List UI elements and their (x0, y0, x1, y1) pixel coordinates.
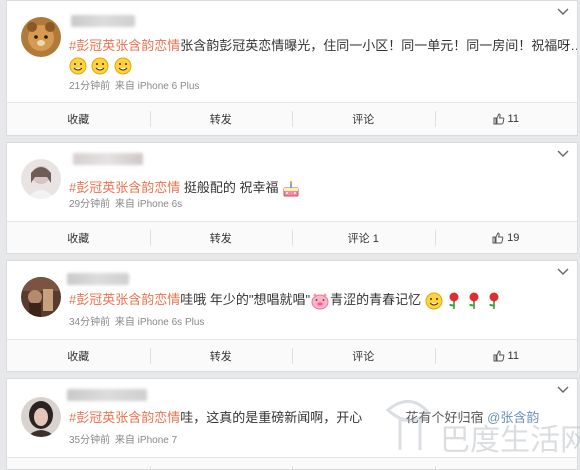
repost-button[interactable]: 转发 (149, 340, 293, 371)
post-content: #彭冠英张含韵恋情张含韵彭冠英恋情曝光，住同一小区！同一单元！同一房间！祝福呀…… (69, 37, 577, 55)
post-source: 来自 iPhone 6s Plus (114, 317, 205, 328)
post-meta: 21分钟前 来自 iPhone 6 Plus (69, 81, 199, 93)
username-blurred[interactable] (71, 15, 135, 27)
smile-emoji-icon (69, 57, 87, 75)
chevron-down-icon[interactable] (557, 149, 569, 159)
collect-button[interactable]: 收藏 (7, 340, 150, 371)
smile-emoji-icon (91, 57, 109, 75)
smile-emoji-icon (114, 57, 132, 75)
rose-emoji-icon (488, 292, 499, 309)
post-meta: 35分钟前 来自 iPhone 7 (69, 435, 177, 447)
post-time[interactable]: 21分钟前 (69, 81, 110, 92)
chevron-down-icon[interactable] (557, 267, 569, 277)
action-bar: 收藏 转发 评论 11 (7, 339, 578, 371)
emoji-row (69, 57, 132, 75)
post-text-tail: 花有个好归宿 (405, 410, 484, 425)
post-source: 来自 iPhone 6 Plus (114, 81, 200, 92)
like-button[interactable]: 11 (434, 340, 578, 371)
post-card: #彭冠英张含韵恋情 挺般配的 祝幸福 29分钟前 来自 iPhone 6s 收藏… (6, 142, 578, 254)
smile-emoji-icon (425, 292, 443, 310)
like-button[interactable]: 11 (434, 103, 578, 135)
post-content: #彭冠英张含韵恋情哇哦 年少的"想唱就唱" 青涩的青春记忆 (69, 291, 567, 310)
collect-button[interactable]: 收藏 (7, 222, 150, 253)
post-time[interactable]: 29分钟前 (69, 199, 110, 210)
username-blurred[interactable] (73, 153, 143, 165)
post-source: 来自 iPhone 6s (114, 199, 183, 210)
chevron-down-icon[interactable] (557, 7, 569, 17)
collect-button[interactable] (7, 458, 150, 469)
comment-label: 评论 (352, 351, 375, 363)
repost-label: 转发 (209, 114, 232, 126)
comment-button[interactable] (292, 458, 435, 469)
avatar[interactable] (21, 159, 61, 199)
post-content: #彭冠英张含韵恋情哇，这真的是重磅新闻啊，开心 花有个好归宿 @张含韵 (69, 409, 567, 427)
collect-label: 收藏 (67, 114, 90, 126)
post-source: 来自 iPhone 7 (114, 435, 178, 446)
like-button[interactable] (434, 458, 578, 469)
post-text: 张含韵彭冠英恋情曝光，住同一小区！同一单元！同一房间！祝福呀…… (180, 38, 578, 53)
action-bar: 收藏 转发 评论 11 (7, 102, 577, 135)
comment-button[interactable]: 评论 (292, 340, 435, 371)
topic-link[interactable]: #彭冠英张含韵恋情 (69, 38, 180, 53)
post-time[interactable]: 34分钟前 (69, 317, 110, 328)
like-count: 19 (507, 232, 520, 244)
like-button[interactable]: 19 (434, 222, 578, 253)
comment-label: 评论 (352, 114, 375, 126)
avatar[interactable] (21, 277, 61, 317)
post-meta: 29分钟前 来自 iPhone 6s (69, 199, 182, 211)
mention-link[interactable]: @张含韵 (487, 410, 539, 425)
repost-label: 转发 (209, 233, 232, 245)
collect-label: 收藏 (67, 351, 90, 363)
action-bar (7, 457, 578, 469)
post-text: 挺般配的 祝幸福 (183, 180, 279, 195)
rose-emoji-icon (468, 292, 479, 309)
collect-label: 收藏 (67, 233, 90, 245)
like-count: 11 (507, 113, 519, 125)
cake-emoji-icon (283, 180, 299, 197)
repost-button[interactable]: 转发 (149, 103, 293, 135)
comment-button[interactable]: 评论 1 (292, 222, 435, 253)
collect-button[interactable]: 收藏 (7, 103, 150, 135)
repost-label: 转发 (209, 351, 232, 363)
post-text: 哇，这真的是重磅新闻啊，开心 (180, 410, 363, 425)
post-text-2: 青涩的青春记忆 (330, 292, 422, 307)
post-card: #彭冠英张含韵恋情张含韵彭冠英恋情曝光，住同一小区！同一单元！同一房间！祝福呀…… (6, 0, 578, 136)
pig-emoji-icon (311, 292, 329, 310)
repost-button[interactable]: 转发 (149, 222, 293, 253)
post-meta: 34分钟前 来自 iPhone 6s Plus (69, 317, 204, 329)
post-time[interactable]: 35分钟前 (69, 435, 110, 446)
post-card: #彭冠英张含韵恋情哇，这真的是重磅新闻啊，开心 花有个好归宿 @张含韵 35分钟… (6, 378, 578, 470)
post-card: #彭冠英张含韵恋情哇哦 年少的"想唱就唱" 青涩的青春记忆 34分钟前 来自 iP… (6, 260, 578, 372)
chevron-down-icon[interactable] (557, 385, 569, 395)
username-blurred[interactable] (67, 389, 147, 401)
repost-button[interactable] (149, 458, 293, 469)
like-count: 11 (507, 350, 519, 362)
post-content: #彭冠英张含韵恋情 挺般配的 祝幸福 (69, 179, 567, 198)
thumbs-up-icon (493, 113, 504, 125)
topic-link[interactable]: #彭冠英张含韵恋情 (69, 410, 180, 425)
thumbs-up-icon (492, 232, 504, 244)
comment-label: 评论 1 (347, 233, 379, 245)
action-bar: 收藏 转发 评论 1 19 (7, 221, 578, 253)
avatar[interactable] (21, 397, 61, 437)
rose-emoji-icon (449, 292, 459, 309)
avatar[interactable] (21, 17, 61, 57)
comment-button[interactable]: 评论 (292, 103, 435, 135)
username-blurred[interactable] (67, 273, 129, 285)
topic-link[interactable]: #彭冠英张含韵恋情 (69, 180, 180, 195)
thumbs-up-icon (493, 350, 504, 362)
post-text: 哇哦 年少的"想唱就唱" (180, 292, 311, 307)
topic-link[interactable]: #彭冠英张含韵恋情 (69, 292, 180, 307)
